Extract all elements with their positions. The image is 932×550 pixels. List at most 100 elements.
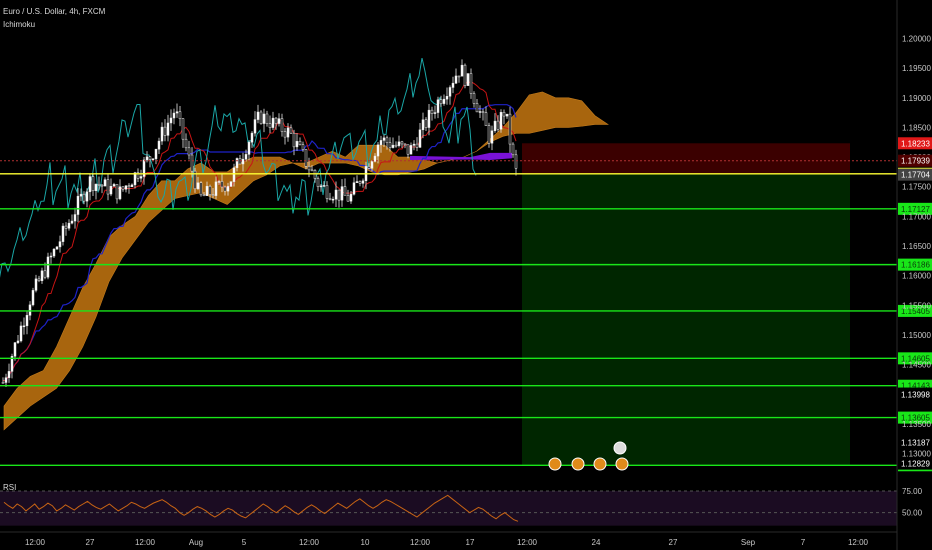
candle-body <box>229 181 233 187</box>
candle-body <box>511 143 515 156</box>
time-tick-label: 24 <box>592 538 601 547</box>
candle-body <box>397 141 401 146</box>
candle-body <box>226 186 230 192</box>
candle-body <box>259 111 263 124</box>
candle-body <box>22 325 26 328</box>
time-tick-label: 12:00 <box>299 538 320 547</box>
price-chart[interactable]: 1.171271.161861.154051.146051.141431.136… <box>0 0 932 550</box>
candle-body <box>481 111 485 113</box>
candle-body <box>349 194 353 202</box>
candle-body <box>436 99 440 113</box>
candle-body <box>460 64 464 77</box>
candle-body <box>184 138 188 149</box>
candle-body <box>421 119 425 131</box>
candle-body <box>220 181 224 188</box>
candle-body <box>328 198 332 200</box>
candle-body <box>271 117 275 128</box>
candle-body <box>469 73 473 94</box>
candle-body <box>316 178 320 187</box>
candle-body <box>457 75 461 78</box>
time-axis[interactable]: 12:00 27 12:00 Aug 5 12:00 10 12:00 17 12:00 24 27 S… <box>0 531 897 547</box>
candle-body <box>202 194 206 197</box>
candle-body <box>283 131 287 138</box>
candle-body <box>91 176 95 191</box>
price-tick-label: 1.13000 <box>902 449 931 458</box>
candle-body <box>508 113 512 145</box>
price-tick-label: 1.15500 <box>902 301 931 310</box>
time-tick-label: 17 <box>466 538 475 547</box>
time-tick-label: 27 <box>669 538 678 547</box>
candle-body <box>478 111 482 113</box>
candle-body <box>277 118 281 124</box>
candle-body <box>439 99 443 104</box>
price-tag-label: 1.18233 <box>901 139 930 148</box>
candle-body <box>130 184 134 188</box>
candle-body <box>499 112 503 130</box>
candle-body <box>97 183 101 186</box>
candle-body <box>400 141 404 145</box>
price-tick-label: 1.16000 <box>902 272 931 281</box>
candle-body <box>514 154 518 169</box>
candle-body <box>241 158 245 165</box>
candle-body <box>232 167 236 182</box>
candle-body <box>40 270 44 281</box>
candle-body <box>100 184 104 187</box>
candle-body <box>445 96 449 100</box>
candle-body <box>475 103 479 113</box>
candle-body <box>280 118 284 132</box>
price-axis[interactable]: 1.171271.161861.154051.146051.141431.136… <box>896 0 932 550</box>
candle-body <box>166 122 170 136</box>
economic-event-icon <box>615 457 629 471</box>
candle-body <box>34 278 38 291</box>
economic-event-icon <box>548 457 562 471</box>
candle-body <box>496 120 500 130</box>
candle-body <box>370 161 374 169</box>
candle-body <box>178 111 182 119</box>
symbol-title: Euro / U.S. Dollar, 4h, FXCM <box>3 7 106 16</box>
candle-body <box>262 113 266 124</box>
candle-body <box>253 119 257 134</box>
candle-body <box>451 82 455 88</box>
candle-body <box>73 214 77 222</box>
candle-body <box>289 127 293 134</box>
candle-body <box>127 185 131 188</box>
candle-body <box>415 143 419 148</box>
price-tick-label: 1.14500 <box>902 361 931 370</box>
candle-body <box>187 147 191 156</box>
candle-body <box>16 340 20 343</box>
candle-body <box>502 112 506 117</box>
candle-body <box>352 182 356 195</box>
candle-body <box>304 149 308 167</box>
candle-body <box>274 117 278 124</box>
candle-body <box>49 255 53 258</box>
candle-body <box>19 325 23 342</box>
candle-body <box>1 382 5 384</box>
candle-body <box>433 112 437 114</box>
candle-body <box>355 181 359 183</box>
candle-body <box>430 109 434 114</box>
candle-body <box>112 184 116 187</box>
candle-body <box>292 132 296 148</box>
candle-body <box>490 130 494 144</box>
candle-body <box>82 193 86 202</box>
time-tick-label: 27 <box>86 538 95 547</box>
candle-body <box>118 186 122 200</box>
candle-body <box>493 120 497 132</box>
candle-body <box>160 126 164 142</box>
candle-body <box>175 111 179 114</box>
candle-body <box>214 181 218 196</box>
candle-body <box>265 113 269 124</box>
candle-body <box>154 148 158 160</box>
candle-body <box>181 118 185 140</box>
candle-body <box>79 193 83 197</box>
candle-body <box>25 315 29 327</box>
candle-body <box>223 186 227 192</box>
candle-body <box>331 198 335 201</box>
candle-body <box>412 143 416 146</box>
candle-body <box>247 142 251 155</box>
candle-body <box>238 158 242 165</box>
candle-body <box>391 144 395 148</box>
candle-body <box>46 256 50 278</box>
price-tag-label: 1.13998 <box>901 390 930 399</box>
candle-body <box>43 270 47 278</box>
